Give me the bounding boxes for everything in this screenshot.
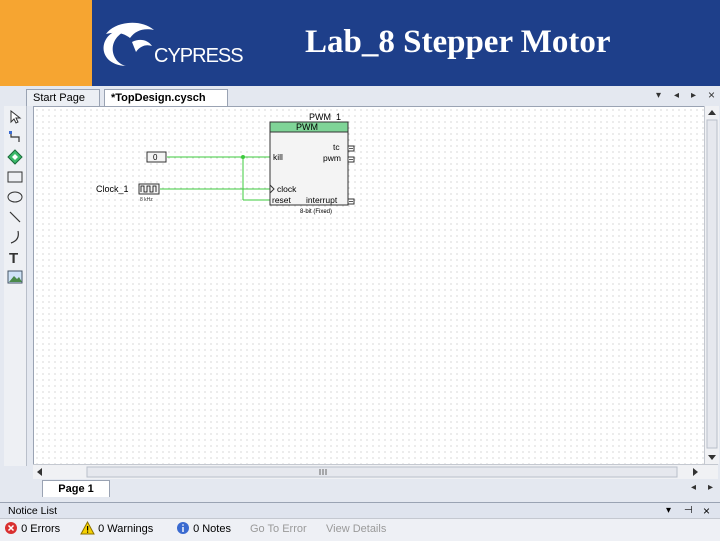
pwm-type-label: PWM: [296, 122, 318, 132]
svg-text:T: T: [9, 250, 18, 264]
wire-tool-icon[interactable]: [6, 128, 24, 146]
logic-low-component: 0: [146, 151, 167, 163]
warning-icon: [80, 520, 95, 535]
vertical-scrollbar[interactable]: [704, 106, 719, 464]
errors-button[interactable]: 0 Errors: [4, 521, 70, 538]
wire-junction: [241, 155, 245, 159]
tab-topdesign[interactable]: *TopDesign.cysch: [104, 89, 228, 106]
logo-text: CYPRESS: [154, 45, 243, 67]
wires: [160, 156, 270, 201]
document-tabbar: Start Page *TopDesign.cysch ▾ ◂ ▸ ×: [26, 88, 720, 106]
clock-component: Clock_1 8 kHz: [96, 183, 160, 203]
clock-label: Clock_1: [96, 184, 129, 194]
image-tool-icon[interactable]: [6, 268, 24, 286]
tab-pin-icon[interactable]: ◂: [674, 90, 679, 101]
tab-dropdown-icon[interactable]: ▾: [656, 90, 661, 101]
notes-button[interactable]: 0 Notes: [176, 521, 240, 538]
page-next-icon[interactable]: ▸: [708, 482, 713, 493]
notice-list-title: Notice List: [8, 505, 58, 517]
horizontal-scrollbar[interactable]: [33, 464, 718, 479]
slide-header: CYPRESS Lab_8 Stepper Motor: [0, 0, 720, 86]
errors-label: 0 Errors: [21, 523, 61, 535]
warnings-label: 0 Warnings: [98, 523, 154, 535]
pin-tc-label: tc: [333, 142, 340, 152]
page-tabbar: Page 1 ◂ ▸: [26, 480, 720, 498]
view-details-button[interactable]: View Details: [326, 521, 386, 538]
ellipse-tool-icon[interactable]: [6, 188, 24, 206]
go-to-error-button[interactable]: Go To Error: [250, 521, 307, 538]
pin-kill-label: kill: [273, 152, 283, 162]
pwm-subtitle: 8-bit (Fixed): [300, 209, 332, 215]
pin-interrupt-label: interrupt: [306, 195, 338, 205]
tab-pin-icon-right[interactable]: ▸: [691, 90, 696, 101]
notice-list-header: Notice List ▾ ⊣ ×: [0, 502, 720, 519]
page-prev-icon[interactable]: ◂: [691, 482, 696, 493]
header-accent: [0, 0, 92, 86]
notice-dropdown-icon[interactable]: ▾: [666, 503, 671, 519]
schematic-toolbar: T: [4, 106, 27, 466]
pin-clock-label: clock: [277, 184, 297, 194]
component-tool-icon[interactable]: [6, 148, 24, 166]
notice-pin-icon[interactable]: ⊣: [684, 503, 693, 519]
const-value-label: 0: [153, 153, 158, 162]
line-tool-icon[interactable]: [6, 208, 24, 226]
tab-start-page[interactable]: Start Page: [26, 89, 100, 106]
info-icon: [177, 522, 189, 534]
tab-page-1[interactable]: Page 1: [42, 480, 110, 497]
schematic-canvas[interactable]: 0 Clock_1 8 kHz PWM_1 PWM kill clock res…: [33, 106, 706, 466]
pwm-instance-label: PWM_1: [309, 112, 341, 122]
psoc-creator-window: Start Page *TopDesign.cysch ▾ ◂ ▸ × T 0 …: [0, 86, 720, 541]
pwm-component: PWM_1 PWM kill clock reset tc pwm interr…: [269, 112, 355, 215]
notes-label: 0 Notes: [193, 523, 231, 535]
text-tool-icon[interactable]: T: [6, 248, 24, 266]
notice-close-icon[interactable]: ×: [703, 503, 710, 519]
cypress-logo: CYPRESS: [92, 12, 252, 72]
warnings-button[interactable]: 0 Warnings: [80, 520, 164, 538]
notice-toolbar: 0 Errors 0 Warnings 0 Notes Go To Error …: [0, 518, 720, 541]
select-tool-icon[interactable]: [6, 108, 24, 126]
close-icon[interactable]: ×: [708, 88, 715, 102]
pin-pwm-label: pwm: [323, 153, 341, 163]
rectangle-tool-icon[interactable]: [6, 168, 24, 186]
arc-tool-icon[interactable]: [6, 228, 24, 246]
error-icon: [5, 522, 17, 534]
slide-title: Lab_8 Stepper Motor: [305, 24, 611, 60]
pin-reset-label: reset: [272, 195, 292, 205]
clock-freq-label: 8 kHz: [140, 197, 153, 203]
